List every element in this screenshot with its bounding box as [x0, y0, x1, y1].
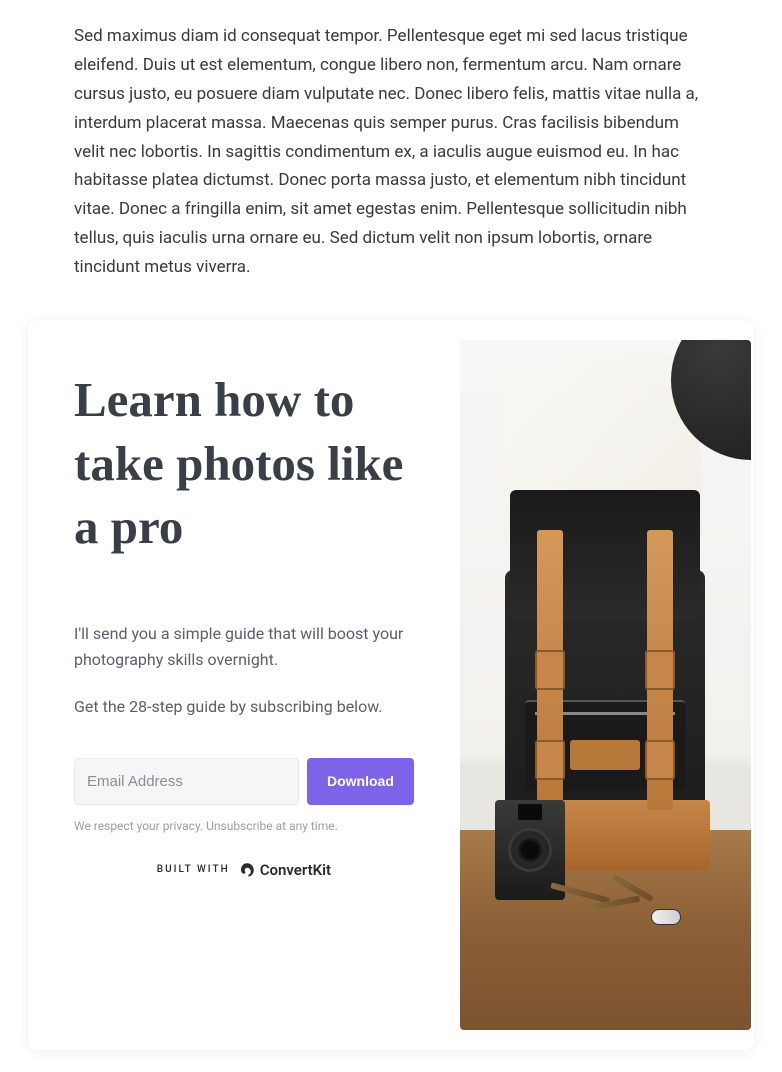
signup-card: Learn how to take photos like a pro I'll…	[28, 320, 754, 1050]
download-button[interactable]: Download	[307, 758, 414, 805]
signup-description-1: I'll send you a simple guide that will b…	[74, 621, 414, 672]
signup-form: Download	[74, 758, 414, 805]
article-paragraph: Sed maximus diam id consequat tempor. Pe…	[0, 0, 782, 282]
convertkit-logo: ConvertKit	[238, 861, 331, 879]
hero-image	[460, 340, 751, 1030]
signup-form-section: Learn how to take photos like a pro I'll…	[28, 320, 460, 1050]
convertkit-brand: ConvertKit	[260, 861, 331, 879]
built-with-label: BUILT WITH	[157, 864, 230, 875]
email-field[interactable]	[74, 758, 299, 805]
convertkit-icon	[238, 861, 256, 879]
signup-description-2: Get the 28-step guide by subscribing bel…	[74, 694, 414, 720]
built-with-badge[interactable]: BUILT WITH ConvertKit	[74, 861, 414, 879]
privacy-notice: We respect your privacy. Unsubscribe at …	[74, 819, 414, 833]
article-body: Sed maximus diam id consequat tempor. Pe…	[74, 22, 708, 282]
signup-heading: Learn how to take photos like a pro	[74, 368, 414, 559]
signup-image-section	[460, 320, 754, 1050]
